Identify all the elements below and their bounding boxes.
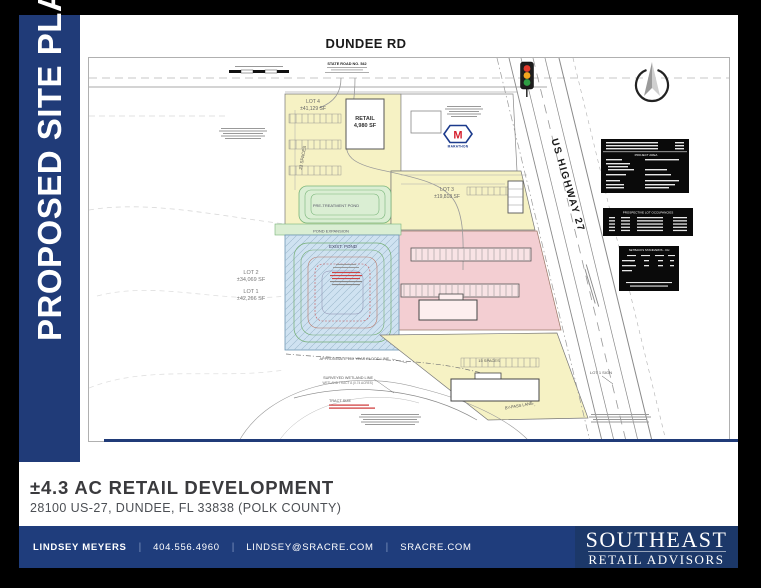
lot4-name: LOT 4 bbox=[306, 99, 320, 105]
lot1-sign-label: LOT 1 SIGN bbox=[590, 370, 612, 375]
accent-rule bbox=[104, 439, 738, 442]
contact-website: SRACRE.COM bbox=[400, 542, 471, 553]
footer-bar: LINDSEY MEYERS | 404.556.4960 | LINDSEY@… bbox=[19, 526, 738, 568]
setbacks-title: SETBACKS STANDARDS - CH bbox=[629, 248, 670, 252]
state-road-label: STATE ROAD NO. 542 bbox=[327, 62, 366, 66]
lot1-sign: LOT 1 SIGN bbox=[590, 370, 613, 384]
lot2-size: ±34,069 SF bbox=[237, 277, 266, 283]
tract-size-label: TRACT SIZE bbox=[329, 399, 352, 403]
owner-note-southeast bbox=[589, 414, 651, 423]
lot3-name: LOT 3 bbox=[440, 187, 454, 193]
owner-note-south bbox=[359, 414, 421, 425]
project-area-table: PROJECT AREA bbox=[601, 139, 689, 193]
occupancy-title: PROSPECTIVE LOT OCCUPANCIES bbox=[623, 211, 674, 215]
contact-phone: 404.556.4960 bbox=[153, 542, 220, 553]
pond-expansion-label: POND EXPANSION bbox=[313, 229, 349, 234]
dundee-road-lines bbox=[89, 78, 729, 92]
lot1-size: ±42,266 SF bbox=[237, 296, 266, 302]
highway-label: US HIGHWAY 27 bbox=[548, 137, 586, 233]
retail-label-1: RETAIL bbox=[355, 116, 375, 122]
flyer-page: PROPOSED SITE PLAN DUNDEE RD bbox=[0, 0, 761, 588]
wetland-sub-label: WETLAND TRACT A (0.74 ACRES) bbox=[322, 381, 373, 385]
marathon-building bbox=[411, 111, 441, 133]
logo-line2: RETAIL ADVISORS bbox=[588, 553, 724, 566]
setbacks-table: SETBACKS STANDARDS - CH bbox=[619, 246, 679, 291]
marathon-m: M bbox=[453, 130, 462, 142]
retail-label-2: 4,980 SF bbox=[354, 123, 377, 129]
field-lines bbox=[89, 116, 285, 388]
lot2-name: LOT 2 bbox=[243, 270, 258, 276]
existing-pond bbox=[285, 235, 399, 350]
site-plan-sheet: STATE ROAD NO. 542 bbox=[88, 57, 730, 442]
separator: | bbox=[232, 542, 235, 553]
scale-bar bbox=[229, 66, 289, 73]
marathon-wordmark: MARATHON bbox=[448, 145, 469, 149]
exist-pond-label: EXIST. POND bbox=[329, 244, 358, 249]
contact-email: LINDSEY@SRACRE.COM bbox=[246, 542, 373, 553]
page-subtitle: 28100 US-27, DUNDEE, FL 33838 (POLK COUN… bbox=[30, 501, 341, 515]
project-area-title: PROJECT AREA bbox=[635, 153, 658, 157]
lot3-size: ±19,818 SF bbox=[434, 194, 460, 200]
wetland-label: SURVEYED WETLAND LINE bbox=[323, 376, 373, 380]
occupancy-table: PROSPECTIVE LOT OCCUPANCIES bbox=[603, 208, 693, 236]
sidebar-title: PROPOSED SITE PLAN bbox=[19, 11, 80, 345]
logo-line1: SOUTHEAST bbox=[586, 529, 728, 550]
lot4-size: ±41,129 SF bbox=[300, 106, 326, 112]
flood-line-label: APPROXIMATE 100 YEAR FLOOD LINE bbox=[320, 357, 390, 361]
tract-microtext bbox=[329, 405, 375, 409]
pretreatment-pond-label: PRE-TREATMENT POND bbox=[313, 203, 359, 208]
separator: | bbox=[386, 542, 389, 553]
north-arrow-icon bbox=[636, 62, 668, 101]
company-logo: SOUTHEAST RETAIL ADVISORS bbox=[575, 526, 738, 568]
page-title: ±4.3 AC RETAIL DEVELOPMENT bbox=[30, 477, 334, 499]
dundee-rd-label: DUNDEE RD bbox=[266, 36, 466, 51]
spaces15-label: 15 SPACES bbox=[478, 358, 500, 363]
site-plan-drawing: STATE ROAD NO. 542 bbox=[89, 58, 729, 441]
contact-name: LINDSEY MEYERS bbox=[33, 542, 127, 553]
lot3-building bbox=[508, 181, 523, 213]
owner-note-west bbox=[219, 128, 267, 139]
lot1-name: LOT 1 bbox=[243, 289, 258, 295]
separator: | bbox=[139, 542, 142, 553]
traffic-light-icon bbox=[521, 62, 534, 97]
state-road-microtext bbox=[325, 67, 369, 73]
